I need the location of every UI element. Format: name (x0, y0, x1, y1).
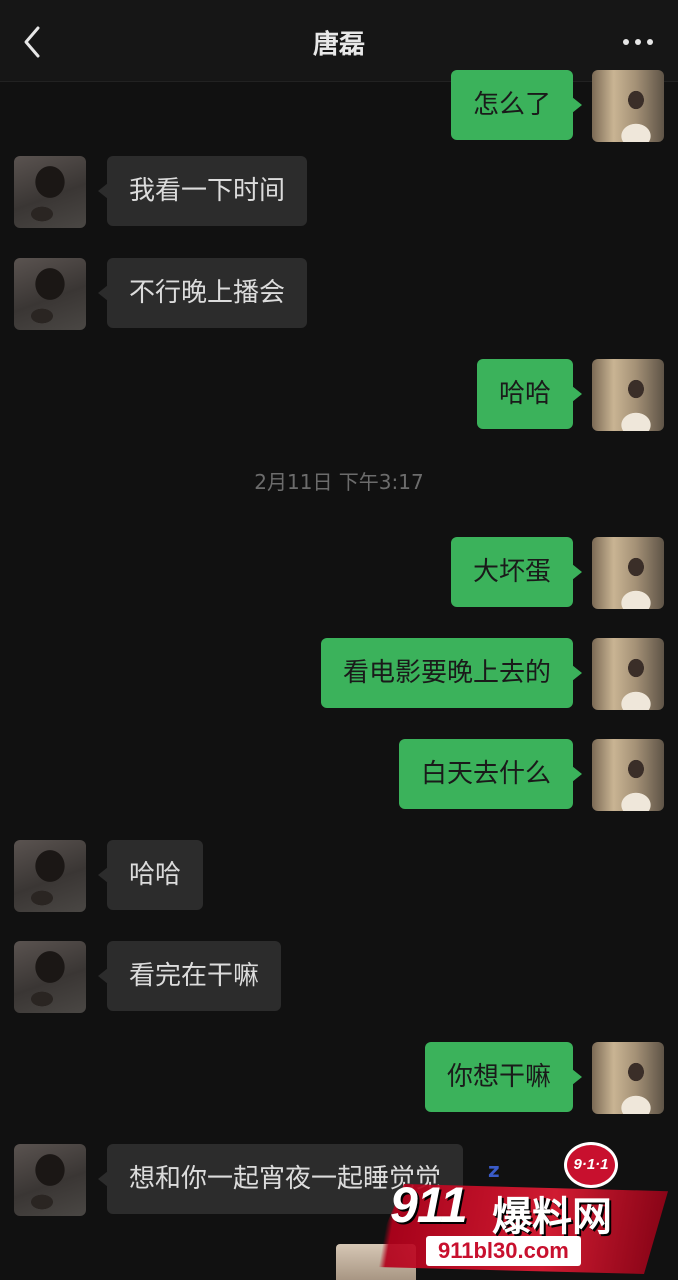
message-row: 不行晚上播会 (0, 258, 678, 330)
message-bubble[interactable]: 不行晚上播会 (97, 258, 308, 328)
watermark-badge: 9·1·1 (564, 1142, 618, 1188)
message-row: 看电影要晚上去的 (0, 638, 678, 710)
avatar[interactable] (592, 359, 664, 431)
message-bubble[interactable]: 哈哈 (476, 359, 583, 429)
message-bubble[interactable]: 怎么了 (450, 70, 583, 140)
avatar[interactable] (592, 739, 664, 811)
message-bubble[interactable]: 看完在干嘛 (97, 941, 282, 1011)
message-list[interactable]: 怎么了 我看一下时间 不行晚上播会 哈哈 2月11日 下午3:17 大坏蛋 看电… (0, 70, 678, 1280)
message-bubble[interactable]: 我看一下时间 (97, 156, 308, 226)
chat-title: 唐磊 (312, 30, 365, 60)
watermark-url: 911bl30.com (426, 1236, 581, 1266)
watermark-number: 911 (390, 1177, 468, 1233)
message-row: 看完在干嘛 (0, 941, 678, 1013)
message-row: 大坏蛋 (0, 537, 678, 609)
avatar[interactable] (14, 941, 86, 1013)
message-row: 怎么了 (0, 70, 678, 142)
message-bubble[interactable]: 哈哈 (97, 840, 204, 910)
message-row: 白天去什么 (0, 739, 678, 811)
message-row: 我看一下时间 (0, 156, 678, 228)
timestamp: 2月11日 下午3:17 (254, 470, 424, 494)
message-row: 你想干嘛 (0, 1042, 678, 1114)
avatar[interactable] (14, 840, 86, 912)
avatar[interactable] (14, 258, 86, 330)
message-bubble[interactable]: 看电影要晚上去的 (320, 638, 583, 708)
more-dots-icon[interactable] (620, 28, 656, 56)
message-row: 哈哈 (0, 840, 678, 912)
message-bubble[interactable]: 白天去什么 (398, 739, 583, 809)
avatar[interactable] (592, 638, 664, 710)
message-row: 哈哈 (0, 359, 678, 431)
message-bubble[interactable]: 你想干嘛 (424, 1042, 583, 1112)
avatar[interactable] (592, 1042, 664, 1114)
avatar[interactable] (592, 70, 664, 142)
watermark-logo: 9·1·1 911 爆料网 911bl30.com (368, 1140, 668, 1280)
avatar[interactable] (14, 156, 86, 228)
avatar[interactable] (14, 1144, 86, 1216)
message-bubble[interactable]: 大坏蛋 (450, 537, 583, 607)
avatar[interactable] (592, 537, 664, 609)
watermark-name: 爆料网 (492, 1194, 612, 1240)
